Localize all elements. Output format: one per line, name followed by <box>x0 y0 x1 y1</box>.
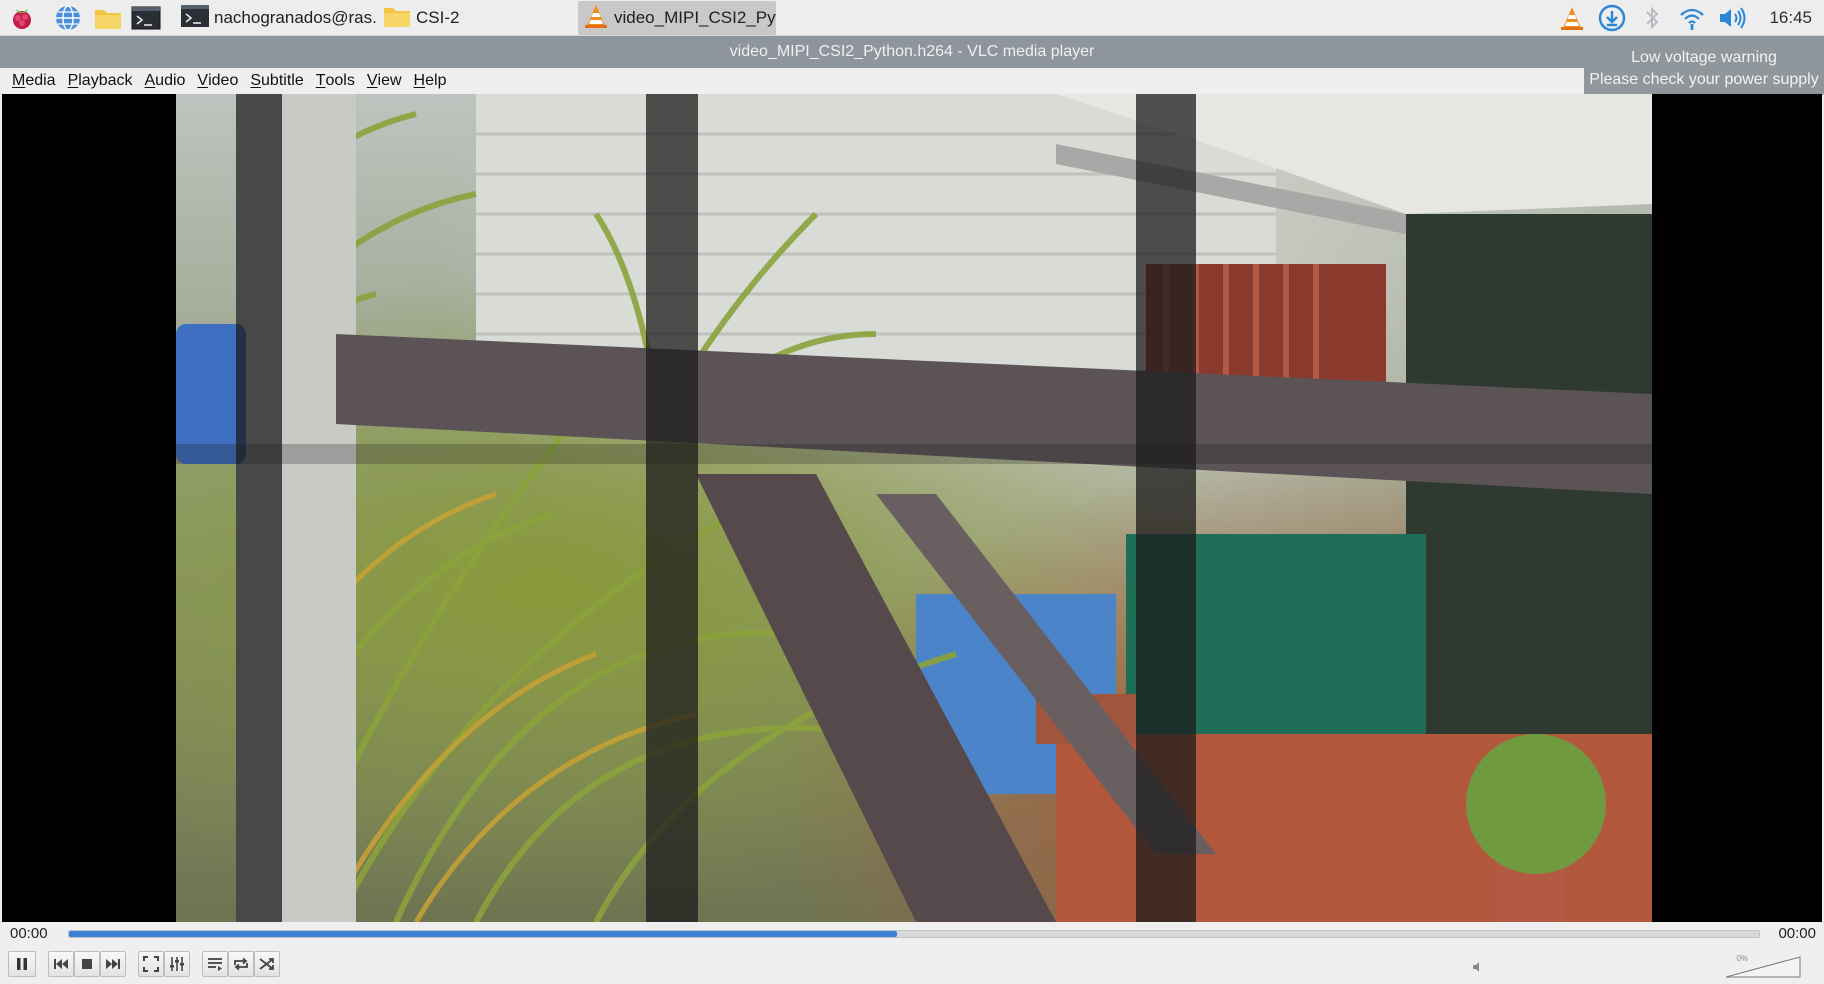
notification-title: Low voltage warning <box>1631 49 1777 66</box>
task-vlc[interactable]: video_MIPI_CSI2_Pyt... <box>578 1 776 35</box>
next-button[interactable] <box>100 951 126 977</box>
vlc-cone-icon[interactable] <box>1556 3 1588 33</box>
previous-button[interactable] <box>48 951 74 977</box>
fullscreen-icon <box>143 956 159 972</box>
menu-subtitle[interactable]: Subtitle <box>244 72 309 90</box>
playlist-icon <box>207 957 223 971</box>
menu-help[interactable]: Help <box>408 72 453 90</box>
shuffle-icon <box>259 956 275 972</box>
file-manager-icon[interactable] <box>92 3 124 33</box>
window-title: video_MIPI_CSI2_Python.h264 - VLC media … <box>729 43 1095 60</box>
volume-slider[interactable] <box>1724 955 1802 979</box>
low-voltage-notification[interactable]: Low voltage warning Please check your po… <box>1584 43 1824 95</box>
menu-bar: Media Playback Audio Video Subtitle Tool… <box>0 68 1824 94</box>
terminal-icon <box>180 3 210 34</box>
task-folder[interactable]: CSI-2 <box>378 1 578 35</box>
menu-playback[interactable]: Playback <box>62 72 139 90</box>
skip-back-icon <box>53 957 69 971</box>
task-label: video_MIPI_CSI2_Pyt... <box>614 8 776 27</box>
stop-icon <box>81 958 93 970</box>
seek-row: 00:00 00:00 <box>0 922 1824 946</box>
playlist-button[interactable] <box>202 951 228 977</box>
wifi-icon[interactable] <box>1676 3 1708 33</box>
speaker-icon[interactable] <box>1472 960 1484 978</box>
total-time[interactable]: 00:00 <box>1778 925 1816 942</box>
menu-view[interactable]: View <box>361 72 408 90</box>
window-titlebar[interactable]: video_MIPI_CSI2_Python.h264 - VLC media … <box>0 36 1824 68</box>
menu-video[interactable]: Video <box>191 72 244 90</box>
web-browser-icon[interactable] <box>52 3 84 33</box>
video-scene <box>176 94 1652 922</box>
taskbar: nachogranados@ras... CSI-2 video_MIPI_CS… <box>0 0 1824 36</box>
seek-slider[interactable] <box>68 930 1760 938</box>
pause-button[interactable] <box>8 951 36 977</box>
video-frame <box>176 94 1652 922</box>
folder-icon <box>382 3 412 34</box>
video-output[interactable] <box>2 94 1822 922</box>
extended-settings-button[interactable] <box>164 951 190 977</box>
loop-button[interactable] <box>228 951 254 977</box>
controls-row: 0% <box>0 946 1824 984</box>
seek-progress <box>69 931 898 937</box>
task-terminal[interactable]: nachogranados@ras... <box>176 1 378 35</box>
volume-icon[interactable] <box>1716 3 1748 33</box>
task-label: nachogranados@ras... <box>214 8 378 27</box>
pause-icon <box>14 956 30 972</box>
download-icon[interactable] <box>1596 3 1628 33</box>
menu-audio[interactable]: Audio <box>139 72 192 90</box>
raspberry-menu-icon[interactable] <box>6 3 38 33</box>
bluetooth-icon[interactable] <box>1636 3 1668 33</box>
equalizer-icon <box>169 956 185 972</box>
menu-tools[interactable]: Tools <box>310 72 361 90</box>
elapsed-time[interactable]: 00:00 <box>10 925 48 942</box>
skip-forward-icon <box>105 957 121 971</box>
clock[interactable]: 16:45 <box>1769 0 1812 36</box>
stop-button[interactable] <box>74 951 100 977</box>
notification-message: Please check your power supply <box>1589 71 1819 88</box>
task-label: CSI-2 <box>416 8 460 27</box>
shuffle-button[interactable] <box>254 951 280 977</box>
vlc-cone-icon <box>582 2 610 35</box>
terminal-icon[interactable] <box>130 3 162 33</box>
loop-icon <box>233 956 249 972</box>
fullscreen-button[interactable] <box>138 951 164 977</box>
menu-media[interactable]: Media <box>6 72 62 90</box>
